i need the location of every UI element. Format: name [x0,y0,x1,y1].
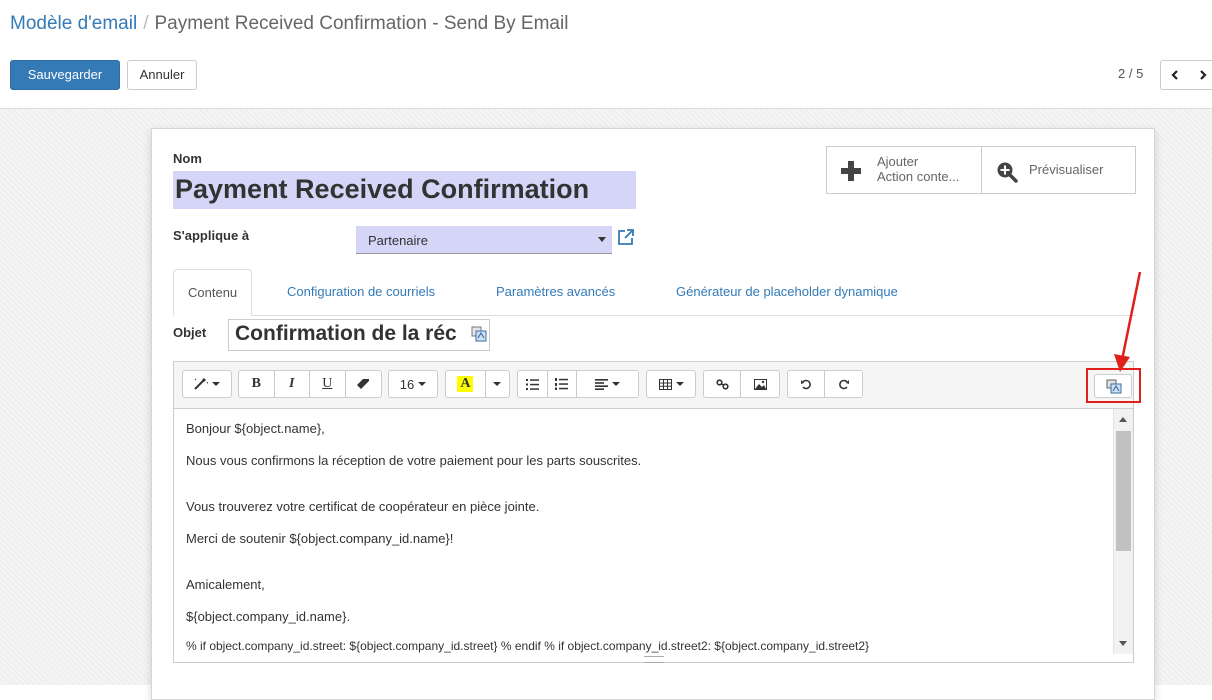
body-line: Bonjour ${object.name}, [186,421,325,436]
applies-to-label: S'applique à [173,228,250,243]
form-sheet: Nom Payment Received Confirmation Ajoute… [151,128,1155,700]
pager-value: 2 / 5 [1118,66,1144,81]
html-editor: B I U 16 A Bonjour ${object.name}, Nous … [173,361,1141,663]
preview-label: Prévisualiser [1029,162,1104,177]
list-ol-icon [555,378,569,390]
subject-field[interactable]: Confirmation de la réc [228,319,490,351]
notebook-tabs: Contenu Configuration de courriels Param… [173,269,1136,316]
list-ul-icon [525,378,539,390]
applies-to-value: Partenaire [368,233,428,248]
annotation-arrow [1114,271,1142,372]
link-icon [715,378,729,390]
breadcrumb: Modèle d'email / Payment Received Confirma… [10,13,568,35]
table-icon [658,378,672,390]
add-action-label-line1: Ajouter [877,154,919,169]
add-context-action-button[interactable]: Ajouter Action conte... [827,147,982,193]
breadcrumb-parent-link[interactable]: Modèle d'email [10,13,137,34]
color-a-icon: A [457,376,474,392]
color-dropdown-button[interactable] [486,371,509,397]
body-line: Amicalement, [186,577,265,592]
chevron-left-icon [1171,70,1178,80]
pager-previous-button[interactable] [1160,60,1190,90]
body-line: Nous vous confirmons la réception de vot… [186,453,642,468]
name-value: Payment Received Confirmation [175,174,590,204]
eraser-button[interactable] [346,371,381,397]
save-button[interactable]: Sauvegarder [10,60,120,90]
redo-button[interactable] [825,371,862,397]
translate-icon[interactable] [471,326,487,342]
bold-button[interactable]: B [239,371,275,397]
editor-content[interactable]: Bonjour ${object.name}, Nous vous confir… [174,409,1114,663]
breadcrumb-separator: / [143,13,149,34]
chevron-right-icon [1200,70,1207,80]
undo-button[interactable] [788,371,826,397]
breadcrumb-current: Payment Received Confirmation - Send By … [154,13,569,34]
tab-advanced-settings[interactable]: Paramètres avancés [496,269,615,315]
italic-button[interactable]: I [275,371,310,397]
subject-value: Confirmation de la réc [235,322,457,345]
applies-to-select[interactable]: Partenaire [356,226,612,254]
add-action-label-line2: Action conte... [877,169,960,184]
cancel-button[interactable]: Annuler [127,60,197,90]
magic-wand-icon [194,378,208,390]
pager-next-button[interactable] [1189,60,1212,90]
body-line: ${object.company_id.name}. [186,609,351,624]
underline-button[interactable]: U [310,371,346,397]
font-size-dropdown[interactable]: 16 [389,371,437,397]
editor-scrollbar[interactable] [1113,409,1133,654]
codeview-icon [1106,379,1122,394]
insert-image-button[interactable] [741,371,779,397]
body-line: Vous trouverez votre certificat de coopé… [186,499,540,514]
ordered-list-button[interactable] [548,371,578,397]
eraser-icon [356,378,369,389]
align-left-icon [595,378,609,390]
paragraph-align-dropdown[interactable] [577,371,638,397]
style-dropdown-button[interactable] [183,371,231,397]
external-link-icon[interactable] [617,228,635,246]
body-line: % if object.company_id.street: ${object.… [186,639,870,653]
scroll-thumb[interactable] [1116,431,1131,551]
body-line: Merci de soutenir ${object.company_id.na… [186,531,454,546]
insert-table-dropdown[interactable] [647,371,695,397]
smart-buttons: Ajouter Action conte... Prévisualiser [826,146,1136,194]
unordered-list-button[interactable] [518,371,548,397]
control-panel: Modèle d'email / Payment Received Confirma… [0,0,1212,109]
name-label: Nom [173,151,202,166]
name-field[interactable]: Payment Received Confirmation [173,171,636,209]
tab-email-configuration[interactable]: Configuration de courriels [287,269,435,315]
font-size-value: 16 [399,376,415,392]
subject-label: Objet [173,325,207,340]
insert-link-button[interactable] [704,371,742,397]
image-icon [753,378,767,390]
scroll-up-arrow-icon[interactable] [1119,417,1127,422]
undo-icon [801,379,811,390]
redo-icon [838,379,849,390]
tab-dynamic-placeholder[interactable]: Générateur de placeholder dynamique [676,269,898,315]
preview-button[interactable]: Prévisualiser [982,147,1135,193]
editor-toolbar: B I U 16 A [174,362,1141,409]
scroll-down-arrow-icon[interactable] [1119,641,1127,646]
editor-resize-handle[interactable] [644,656,664,663]
zoom-in-icon [997,162,1018,183]
dropdown-caret-icon [598,237,606,242]
text-color-button[interactable]: A [446,371,486,397]
tab-contenu[interactable]: Contenu [173,269,253,316]
plus-icon [841,161,861,181]
